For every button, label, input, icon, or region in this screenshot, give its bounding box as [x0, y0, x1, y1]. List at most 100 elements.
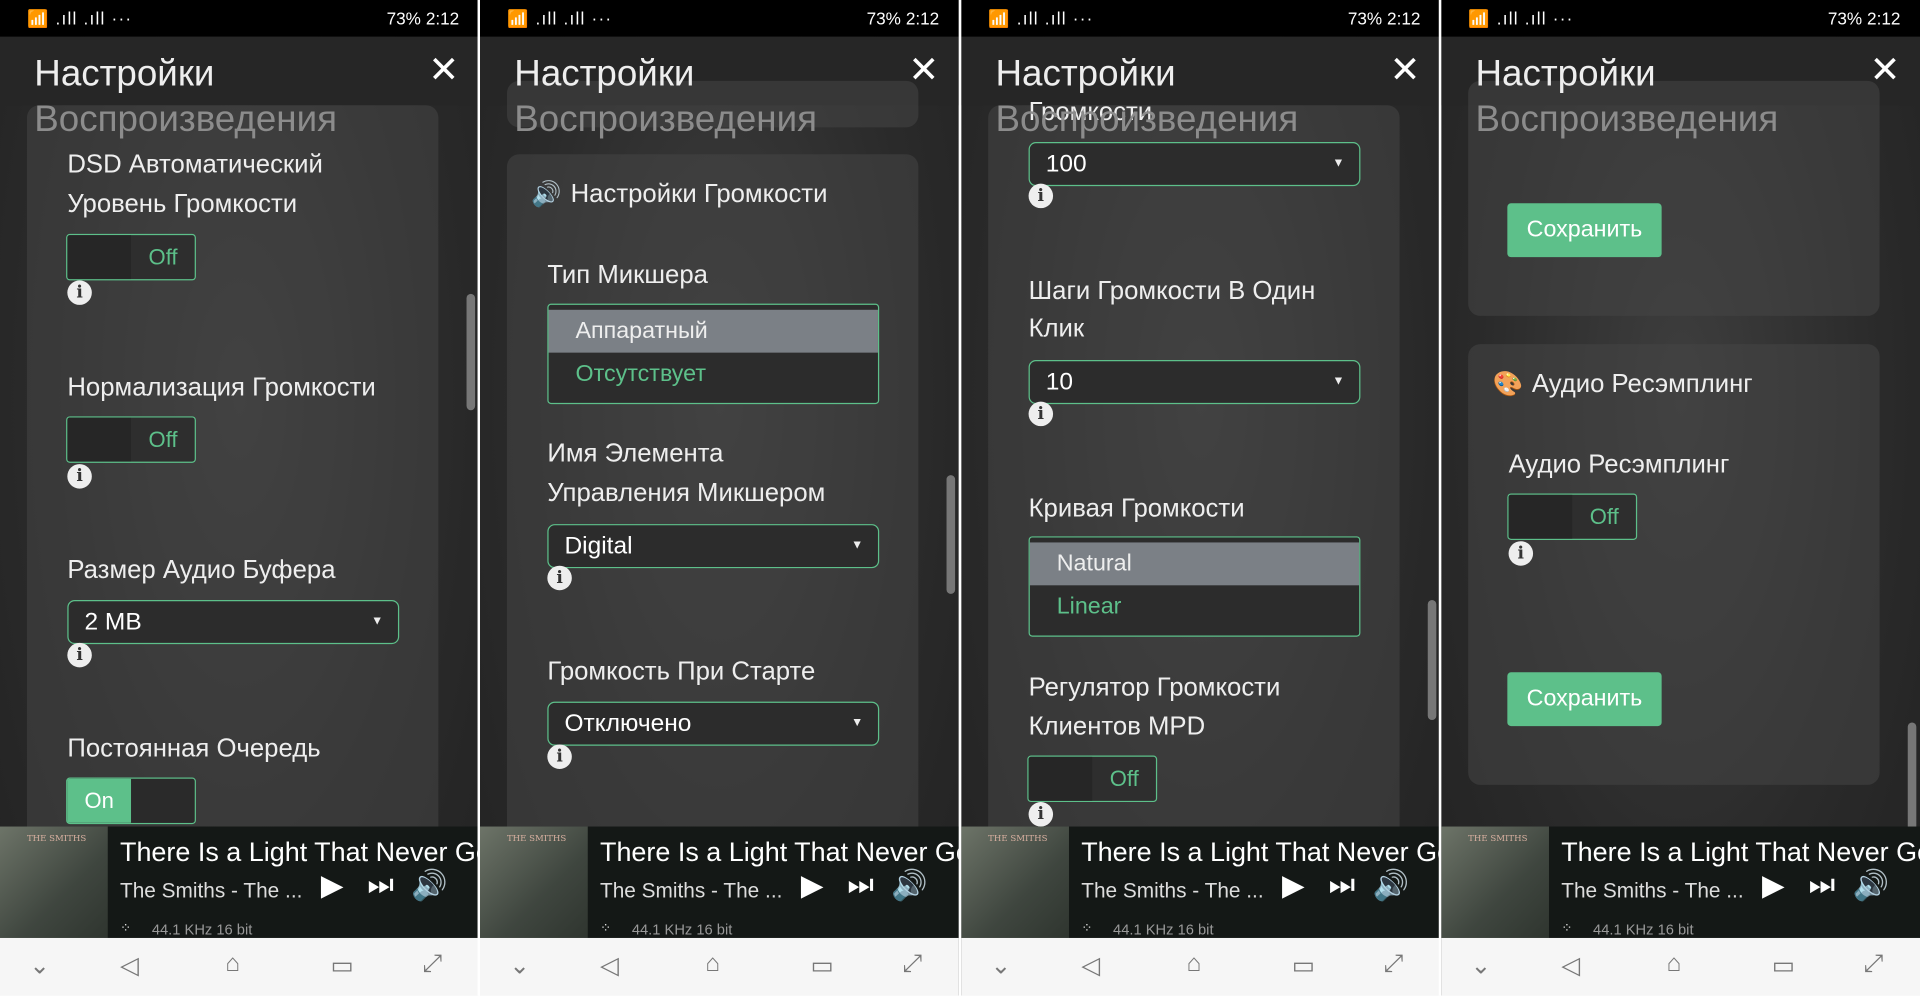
toggle-switch[interactable]: Off: [66, 233, 196, 281]
now-playing-bar[interactable]: THE SMITHS There Is a Light That Never Go…: [961, 826, 1441, 938]
option-list[interactable]: Natural Linear: [1028, 536, 1361, 637]
volume-icon[interactable]: 🔊: [1853, 868, 1890, 904]
back-icon[interactable]: ◁: [1561, 950, 1580, 981]
close-icon[interactable]: ✕: [428, 49, 459, 92]
info-icon[interactable]: i: [67, 280, 92, 305]
home-icon[interactable]: ⌂: [225, 950, 240, 978]
home-icon[interactable]: ⌂: [1187, 950, 1202, 978]
dropdown-select[interactable]: 10 ▼: [1028, 360, 1361, 405]
save-button[interactable]: Сохранить: [1507, 672, 1662, 727]
setting-label: Имя Элемента: [547, 439, 724, 468]
battery-level: 73%: [1827, 8, 1863, 29]
list-option[interactable]: Linear: [1030, 585, 1359, 628]
list-option[interactable]: Natural: [1029, 542, 1360, 586]
dropdown-select[interactable]: 100 ▼: [1028, 142, 1361, 187]
recents-icon[interactable]: ▭: [1772, 950, 1795, 981]
settings-panel: 📶 .ıll .ıll ··· 73% 2:12 Настройки Воспроизв…: [480, 0, 959, 996]
fullscreen-icon[interactable]: ⤢: [1384, 950, 1404, 978]
play-icon[interactable]: ▶: [1762, 868, 1785, 904]
tidal-icon: ⁘: [120, 920, 132, 936]
info-icon[interactable]: i: [1028, 183, 1054, 209]
back-icon[interactable]: ◁: [600, 950, 619, 981]
recents-icon[interactable]: ▭: [331, 950, 354, 981]
recents-icon[interactable]: ▭: [811, 950, 834, 981]
selected-value: Digital: [564, 532, 633, 560]
option-list[interactable]: Аппаратный Отсутствует: [547, 303, 880, 405]
save-button[interactable]: Сохранить: [1507, 203, 1662, 258]
next-icon[interactable]: ⏭: [1329, 868, 1355, 902]
dropdown-select[interactable]: Digital ▼: [547, 524, 880, 569]
info-icon[interactable]: i: [67, 464, 92, 489]
setting-label: Размер Аудио Буфера: [67, 555, 336, 585]
section-title: Аудио Ресэмплинг: [1531, 369, 1753, 398]
info-icon[interactable]: i: [547, 565, 572, 591]
next-icon[interactable]: ⏭: [1809, 868, 1835, 902]
panel-divider: [1438, 0, 1442, 996]
track-artist: The Smiths - The ...: [1561, 879, 1744, 903]
info-icon[interactable]: i: [1508, 541, 1534, 566]
toggle-switch[interactable]: Off: [1507, 493, 1638, 541]
setting-label: Постоянная Очередь: [67, 734, 321, 763]
now-playing-bar[interactable]: THE SMITHS There Is a Light That Never Go…: [480, 826, 959, 938]
album-art: THE SMITHS: [961, 826, 1069, 938]
info-icon[interactable]: i: [547, 744, 572, 769]
scrollbar[interactable]: [1907, 722, 1917, 833]
speaker-icon: 🔊: [531, 181, 562, 209]
fullscreen-icon[interactable]: ⤢: [902, 950, 922, 978]
home-icon[interactable]: ⌂: [1667, 950, 1682, 978]
setting-label: Клиентов MPD: [1028, 712, 1206, 741]
list-option[interactable]: Отсутствует: [549, 353, 878, 396]
status-icons: 📶 .ıll .ıll ···: [988, 8, 1094, 29]
dropdown-select[interactable]: Отключено ▼: [547, 701, 880, 746]
scrollbar[interactable]: [1427, 600, 1437, 721]
play-icon[interactable]: ▶: [1282, 868, 1305, 904]
fullscreen-icon[interactable]: ⤢: [422, 950, 442, 978]
scrollbar[interactable]: [466, 293, 476, 411]
volume-icon[interactable]: 🔊: [891, 868, 928, 904]
home-icon[interactable]: ⌂: [705, 950, 720, 978]
close-icon[interactable]: ✕: [1390, 49, 1421, 92]
volume-icon[interactable]: 🔊: [411, 868, 448, 904]
toggle-switch[interactable]: On: [66, 777, 196, 825]
status-icons: 📶 .ıll .ıll ···: [1468, 8, 1574, 29]
list-option[interactable]: Аппаратный: [548, 309, 878, 353]
next-icon[interactable]: ⏭: [367, 868, 393, 902]
recents-icon[interactable]: ▭: [1292, 950, 1315, 981]
hide-keyboard-icon[interactable]: ⌄: [29, 950, 50, 981]
hide-keyboard-icon[interactable]: ⌄: [509, 950, 530, 981]
selected-value: 2 MB: [84, 608, 142, 636]
hide-keyboard-icon[interactable]: ⌄: [991, 950, 1012, 981]
clock: 2:12: [1867, 8, 1901, 29]
toggle-switch[interactable]: Off: [1027, 755, 1158, 803]
setting-label: DSD Автоматический: [67, 150, 323, 179]
setting-label: Кривая Громкости: [1028, 494, 1245, 523]
back-icon[interactable]: ◁: [120, 950, 139, 981]
toggle-state: Off: [148, 427, 178, 452]
status-bar: 📶 .ıll .ıll ··· 73% 2:12: [1441, 0, 1920, 37]
status-right: 73% 2:12: [1828, 9, 1901, 29]
hide-keyboard-icon[interactable]: ⌄: [1471, 950, 1492, 981]
volume-icon[interactable]: 🔊: [1373, 868, 1410, 904]
system-nav-bar: ⌄ ◁ ⌂ ▭ ⤢: [1441, 937, 1920, 996]
next-icon[interactable]: ⏭: [847, 868, 873, 902]
close-icon[interactable]: ✕: [1870, 49, 1901, 92]
toggle-state: Off: [1589, 504, 1619, 529]
play-icon[interactable]: ▶: [801, 868, 824, 904]
dropdown-select[interactable]: 2 MB ▼: [67, 600, 400, 645]
fullscreen-icon[interactable]: ⤢: [1864, 950, 1884, 978]
back-icon[interactable]: ◁: [1081, 950, 1100, 981]
track-title: There Is a Light That Never Goes: [1081, 836, 1440, 867]
info-icon[interactable]: i: [1028, 802, 1054, 827]
close-icon[interactable]: ✕: [908, 49, 939, 92]
play-icon[interactable]: ▶: [321, 868, 344, 904]
setting-label: Уровень Громкости: [67, 189, 298, 218]
modal-title: Настройки: [514, 53, 695, 95]
now-playing-bar[interactable]: THE SMITHS There Is a Light That Never Go…: [1441, 826, 1920, 938]
battery-level: 73%: [866, 8, 901, 29]
info-icon[interactable]: i: [1028, 401, 1054, 427]
tidal-icon: ⁘: [1081, 920, 1093, 936]
toggle-switch[interactable]: Off: [66, 416, 196, 463]
info-icon[interactable]: i: [67, 642, 92, 668]
scrollbar[interactable]: [946, 475, 956, 594]
now-playing-bar[interactable]: THE SMITHS There Is a Light That Never Go…: [0, 826, 479, 938]
